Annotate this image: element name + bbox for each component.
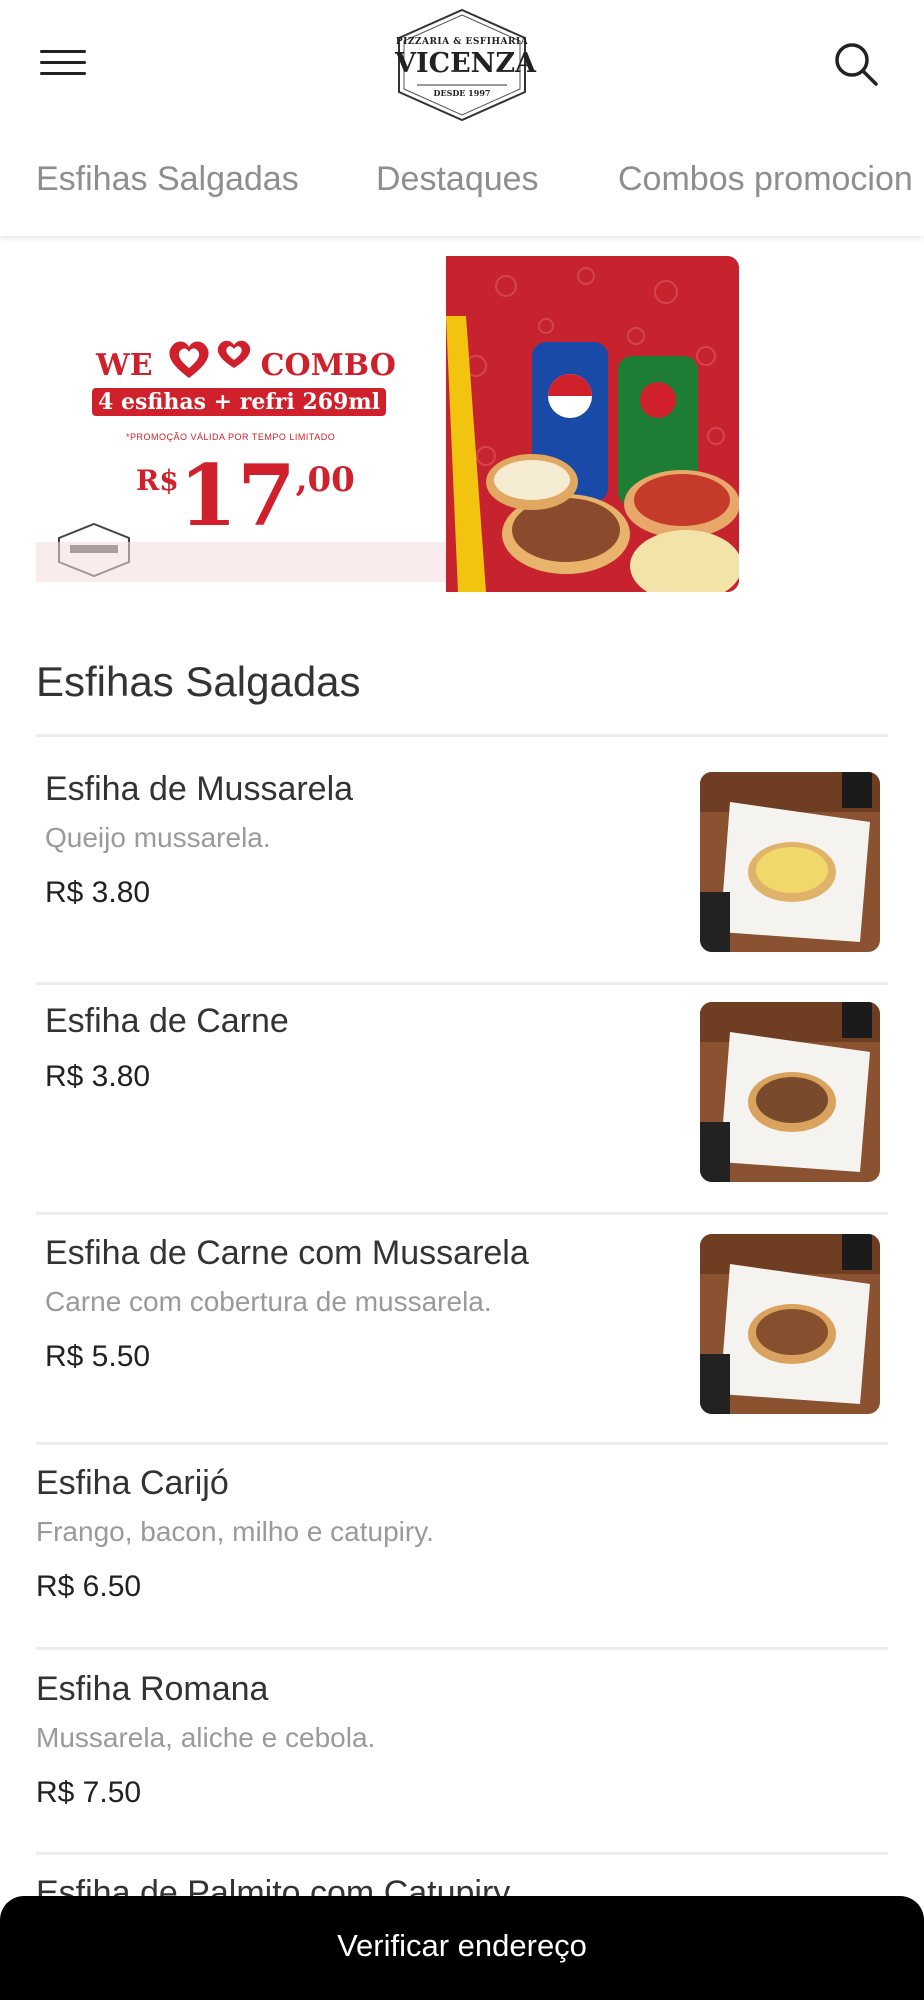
item-price: R$ 5.50 (45, 1340, 151, 1373)
logo-since: DESDE 1997 (433, 88, 491, 98)
tab-esfihas-salgadas[interactable]: Esfihas Salgadas (36, 160, 299, 199)
tab-destaques[interactable]: Destaques (376, 160, 539, 199)
hamburger-menu-icon[interactable] (40, 50, 86, 84)
item-price: R$ 3.80 (45, 1060, 151, 1093)
promo-banner-text-area: WE COMBO 4 esfihas + refri 269ml *PROMOÇÃ… (36, 256, 456, 592)
item-description: Queijo mussarela. (45, 822, 271, 853)
item-price: R$ 7.50 (36, 1776, 142, 1809)
promo-headline-combo: COMBO (260, 348, 396, 383)
menu-item-esfiha-romana[interactable]: Esfiha Romana Mussarela, aliche e cebola… (36, 1650, 888, 1850)
item-photo (700, 1002, 880, 1182)
item-description: Mussarela, aliche e cebola. (36, 1722, 376, 1753)
promo-banner[interactable]: WE COMBO 4 esfihas + refri 269ml *PROMOÇÃ… (36, 256, 739, 592)
app-header: PIZZARIA & ESFIHARIA VICENZA DESDE 1997 … (0, 0, 924, 236)
divider (36, 1852, 888, 1855)
item-price: R$ 6.50 (36, 1570, 142, 1603)
logo-subtitle: PIZZARIA & ESFIHARIA (395, 37, 529, 47)
tab-combos-promocionais[interactable]: Combos promocion (618, 160, 913, 199)
item-photo (700, 1234, 880, 1414)
divider (36, 1442, 888, 1445)
item-name: Esfiha Carijó (36, 1464, 229, 1502)
menu-item-esfiha-carne-mussarela[interactable]: Esfiha de Carne com Mussarela Carne com … (36, 1214, 888, 1444)
item-name: Esfiha de Carne com Mussarela (45, 1234, 529, 1272)
banner-watermark (36, 542, 456, 582)
item-photo (700, 772, 880, 952)
promo-price-cents: ,00 (295, 460, 355, 500)
menu-item-esfiha-carijo[interactable]: Esfiha Carijó Frango, bacon, milho e cat… (36, 1446, 888, 1646)
category-tabs: Esfihas Salgadas Destaques Combos promoc… (0, 160, 924, 210)
hearts-icon (169, 340, 251, 378)
verify-address-button[interactable]: Verificar endereço (0, 1896, 924, 2000)
verify-address-label: Verificar endereço (337, 1928, 587, 1963)
promo-banner-image (446, 256, 739, 592)
item-name: Esfiha de Carne (45, 1002, 289, 1040)
promo-price: R$17,00 (136, 446, 355, 545)
promo-price-currency: R$ (136, 464, 179, 497)
promo-offer: 4 esfihas + refri 269ml (92, 388, 386, 416)
search-icon[interactable] (832, 40, 880, 88)
promo-price-int: 17 (178, 446, 296, 545)
menu-item-esfiha-carne[interactable]: Esfiha de Carne R$ 3.80 (36, 984, 888, 1212)
menu-item-esfiha-mussarela[interactable]: Esfiha de Mussarela Queijo mussarela. R$… (36, 744, 888, 980)
divider (36, 734, 888, 737)
item-description: Carne com cobertura de mussarela. (45, 1286, 492, 1317)
promo-headline-we: WE (96, 348, 153, 383)
item-price: R$ 3.80 (45, 876, 151, 909)
restaurant-logo[interactable]: PIZZARIA & ESFIHARIA VICENZA DESDE 1997 (395, 8, 536, 122)
promo-disclaimer: *PROMOÇÃO VÁLIDA POR TEMPO LIMITADO (126, 432, 336, 442)
section-title: Esfihas Salgadas (36, 658, 361, 705)
item-description: Frango, bacon, milho e catupiry. (36, 1516, 434, 1547)
item-name: Esfiha Romana (36, 1670, 269, 1708)
item-name: Esfiha de Mussarela (45, 770, 354, 808)
logo-wordmark: VICENZA (395, 48, 536, 79)
